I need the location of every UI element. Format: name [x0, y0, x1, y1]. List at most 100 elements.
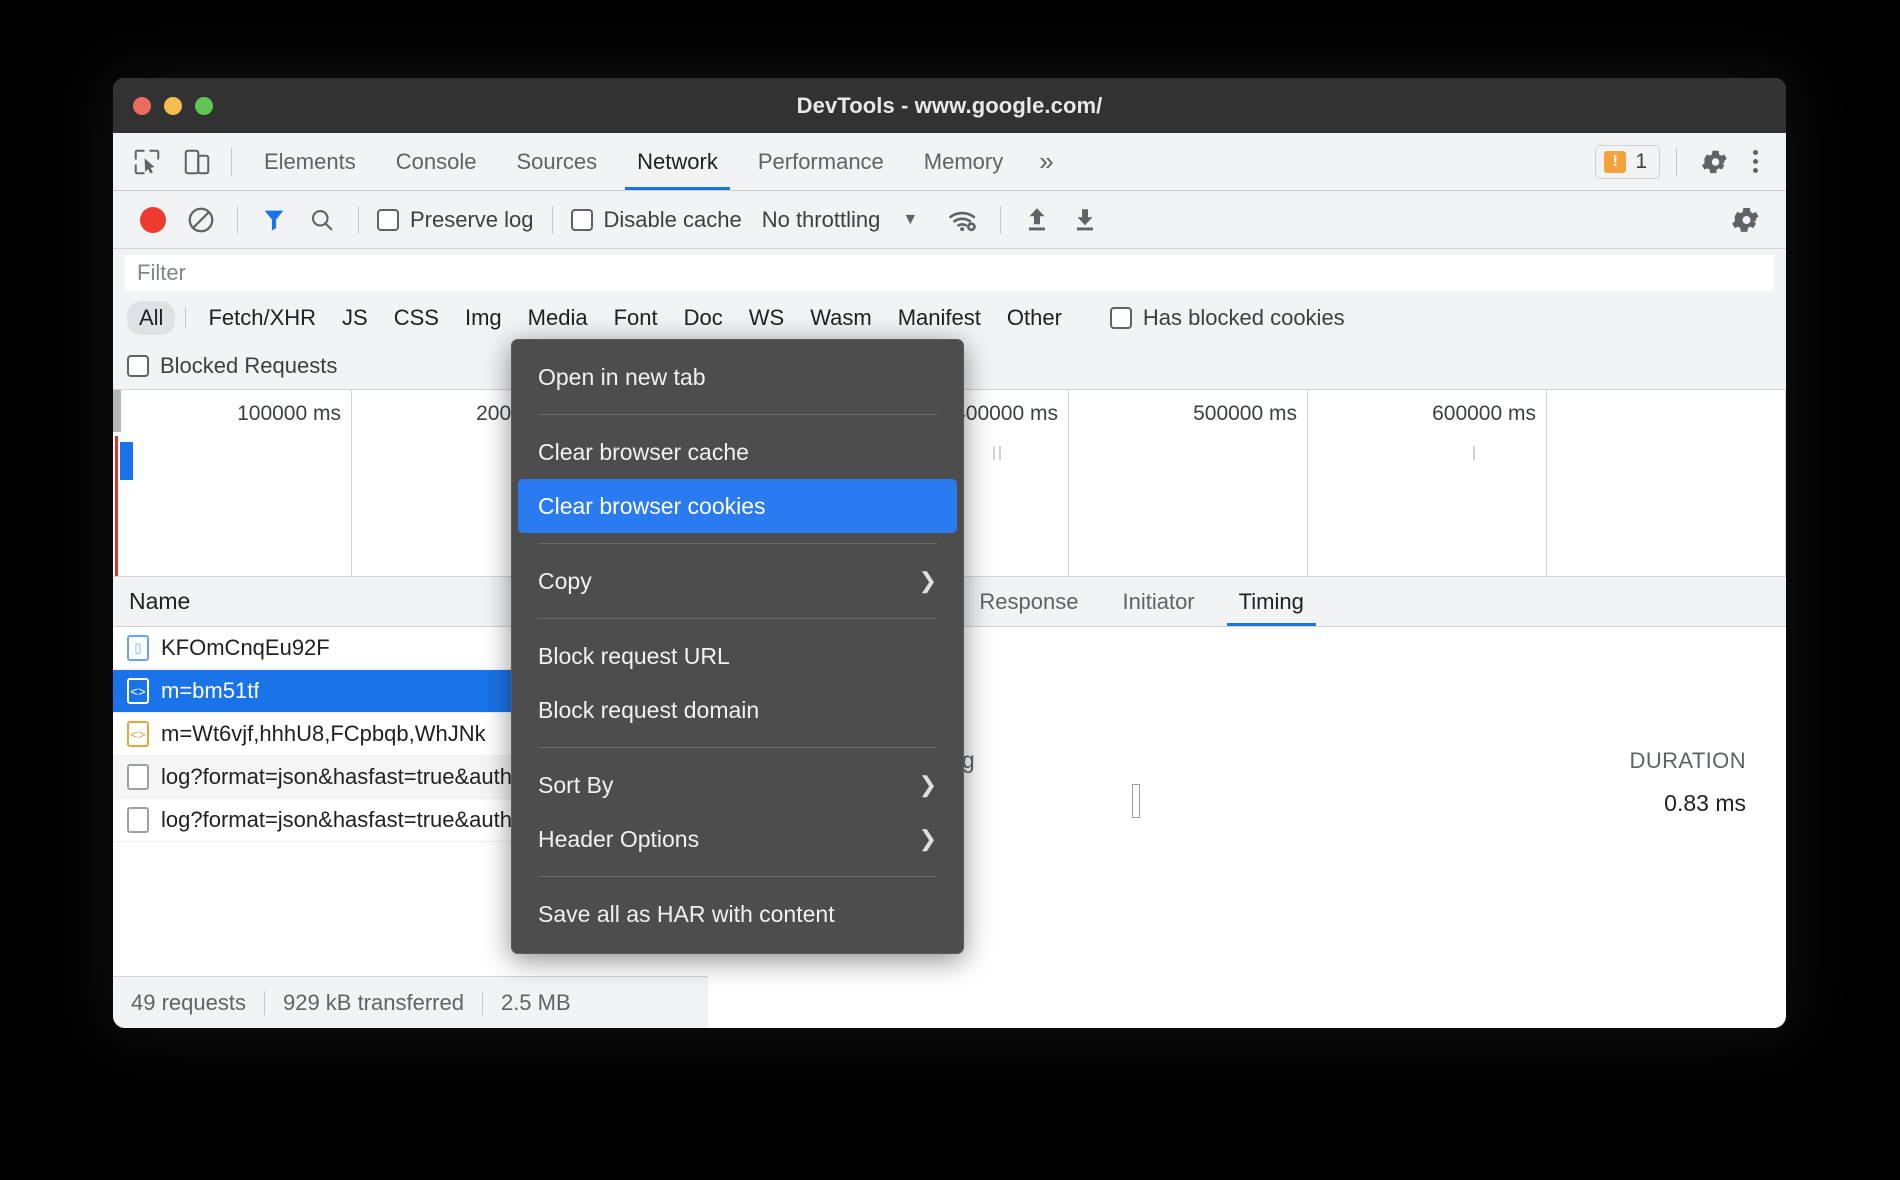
menu-separator [538, 876, 937, 877]
menu-item-sort-by[interactable]: Sort By ❯ [512, 758, 963, 812]
overview-load-marker [115, 436, 118, 577]
tab-timing[interactable]: Timing [1217, 577, 1326, 626]
menu-item-open-in-new-tab[interactable]: Open in new tab [512, 350, 963, 404]
toolbar-divider-3 [552, 206, 553, 234]
gear-icon[interactable] [1724, 198, 1768, 242]
minimize-window-icon[interactable] [164, 97, 182, 115]
tabbar-left-icons [113, 140, 219, 184]
warning-badge[interactable]: ! 1 [1595, 145, 1660, 179]
toolbar-divider-1 [237, 206, 238, 234]
type-filter-manifest[interactable]: Manifest [886, 301, 993, 335]
type-filter-wasm[interactable]: Wasm [798, 301, 884, 335]
wifi-settings-icon[interactable] [940, 198, 988, 242]
type-filter-other[interactable]: Other [995, 301, 1074, 335]
type-filter-img[interactable]: Img [453, 301, 514, 335]
overview-minor-tick [1473, 446, 1475, 460]
tab-memory[interactable]: Memory [904, 133, 1023, 190]
menu-item-label: Sort By [538, 772, 613, 799]
type-filter-label: Font [614, 305, 658, 330]
type-filter-media[interactable]: Media [516, 301, 600, 335]
menu-item-label: Open in new tab [538, 364, 706, 391]
overview-tick-label: 600000 ms [1432, 402, 1536, 426]
menu-separator [538, 414, 937, 415]
tab-initiator[interactable]: Initiator [1100, 577, 1216, 626]
script-icon: <> [127, 721, 149, 747]
menu-item-header-options[interactable]: Header Options ❯ [512, 812, 963, 866]
menu-item-block-request-domain[interactable]: Block request domain [512, 683, 963, 737]
request-name: log?format=json&hasfast=true&authu… [161, 807, 546, 833]
blocked-requests-checkbox[interactable]: Blocked Requests [127, 353, 343, 379]
type-filter-font[interactable]: Font [602, 301, 670, 335]
gear-icon[interactable] [1693, 140, 1737, 184]
type-filter-label: Fetch/XHR [208, 305, 316, 330]
menu-separator [538, 618, 937, 619]
overview-scrollbar[interactable] [113, 390, 121, 432]
device-toolbar-icon[interactable] [175, 140, 219, 184]
clear-button[interactable] [177, 198, 225, 242]
preserve-log-checkbox[interactable]: Preserve log [371, 207, 540, 233]
tab-response[interactable]: Response [957, 577, 1100, 626]
type-filter-label: JS [342, 305, 368, 330]
type-filter-doc[interactable]: Doc [672, 301, 735, 335]
overview-minor-tick [999, 446, 1001, 460]
network-toolbar: Preserve log Disable cache No throttling… [113, 191, 1786, 249]
chevron-right-icon: ❯ [919, 568, 937, 594]
menu-item-label: Copy [538, 568, 592, 595]
filter-input[interactable]: Filter [125, 255, 1774, 291]
type-filter-all[interactable]: All [127, 301, 175, 335]
detail-tab-label: Initiator [1122, 589, 1194, 615]
type-filter-ws[interactable]: WS [737, 301, 796, 335]
close-window-icon[interactable] [133, 97, 151, 115]
has-blocked-cookies-checkbox[interactable]: Has blocked cookies [1110, 305, 1345, 331]
screenshot-root: DevTools - www.google.com/ [0, 0, 1900, 1180]
has-blocked-cookies-label: Has blocked cookies [1143, 305, 1345, 331]
tab-console[interactable]: Console [376, 133, 497, 190]
window-title: DevTools - www.google.com/ [797, 93, 1103, 119]
maximize-window-icon[interactable] [195, 97, 213, 115]
generic-icon [127, 764, 149, 790]
inspect-icon[interactable] [125, 140, 169, 184]
upload-arrow-icon[interactable] [1013, 198, 1061, 242]
type-filter-label: Doc [684, 305, 723, 330]
menu-item-block-request-url[interactable]: Block request URL [512, 629, 963, 683]
traffic-lights[interactable] [133, 97, 213, 115]
queueing-bar [1132, 784, 1140, 818]
menu-item-save-all-as-har[interactable]: Save all as HAR with content [512, 887, 963, 941]
filter-funnel-icon[interactable] [250, 198, 298, 242]
download-arrow-icon[interactable] [1061, 198, 1109, 242]
tab-network[interactable]: Network [617, 133, 738, 190]
network-status-bar: 49 requests 929 kB transferred 2.5 MB [113, 976, 708, 1028]
disable-cache-checkbox[interactable]: Disable cache [565, 207, 748, 233]
overview-cell: 500000 ms [1069, 390, 1308, 576]
type-filter-label: Wasm [810, 305, 872, 330]
chevron-right-icon: ❯ [919, 772, 937, 798]
type-filter-label: WS [749, 305, 784, 330]
tab-performance[interactable]: Performance [738, 133, 904, 190]
kebab-menu-icon[interactable] [1741, 150, 1770, 173]
preserve-log-label: Preserve log [410, 207, 534, 233]
overview-cell [1547, 390, 1786, 576]
search-icon[interactable] [298, 198, 346, 242]
menu-item-clear-browser-cache[interactable]: Clear browser cache [512, 425, 963, 479]
tab-sources[interactable]: Sources [496, 133, 617, 190]
checkbox-box [571, 209, 593, 231]
menu-item-copy[interactable]: Copy ❯ [512, 554, 963, 608]
chevron-down-icon[interactable]: ▼ [902, 211, 918, 229]
overview-tick-label: 400000 ms [954, 402, 1058, 426]
type-filter-css[interactable]: CSS [382, 301, 451, 335]
blocked-requests-label: Blocked Requests [160, 353, 337, 379]
more-tabs-icon[interactable]: » [1023, 133, 1069, 190]
menu-item-clear-browser-cookies[interactable]: Clear browser cookies [518, 479, 957, 533]
tab-label: Network [637, 149, 718, 175]
type-filter-js[interactable]: JS [330, 301, 380, 335]
type-filter-fetch-xhr[interactable]: Fetch/XHR [196, 301, 328, 335]
record-button[interactable] [129, 198, 177, 242]
tab-label: Memory [924, 149, 1003, 175]
checkbox-box [377, 209, 399, 231]
throttling-select[interactable]: No throttling [748, 207, 881, 233]
toolbar-divider-4 [1000, 206, 1001, 234]
window-titlebar: DevTools - www.google.com/ [113, 78, 1786, 133]
resources-size: 2.5 MB [483, 990, 589, 1016]
menu-item-label: Block request URL [538, 643, 730, 670]
tab-elements[interactable]: Elements [244, 133, 376, 190]
